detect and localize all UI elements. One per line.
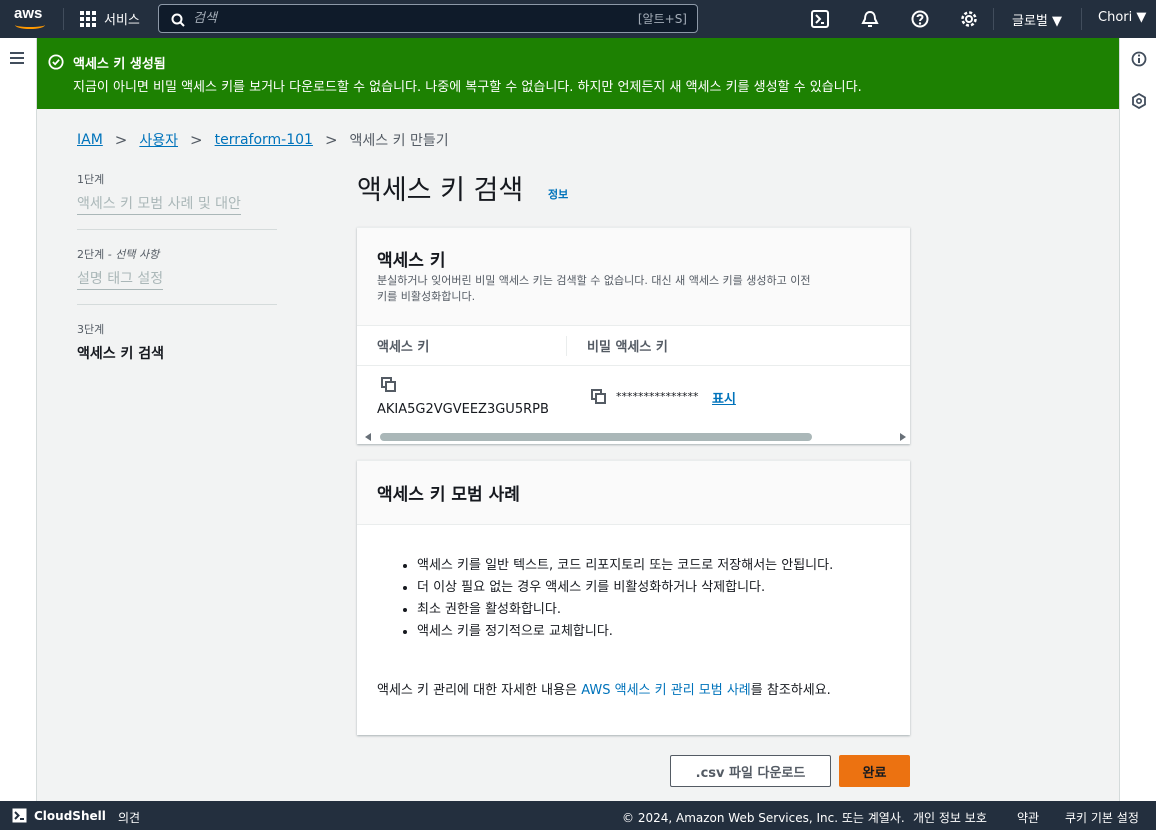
aws-smile-icon bbox=[15, 21, 45, 29]
menu-hamburger-icon[interactable] bbox=[10, 52, 24, 64]
terms-link[interactable]: 약관 bbox=[1017, 809, 1039, 826]
step-link-best-practices: 액세스 키 모범 사례 및 대안 bbox=[77, 193, 241, 215]
scroll-right-icon[interactable] bbox=[900, 433, 906, 441]
hexagon-feedback-icon[interactable] bbox=[1128, 90, 1150, 112]
wizard-step-1: 1단계 액세스 키 모범 사례 및 대안 bbox=[77, 171, 277, 215]
chevron-right-icon: > bbox=[114, 131, 128, 149]
done-button[interactable]: 완료 bbox=[839, 755, 910, 787]
aws-logo-text: aws bbox=[14, 5, 43, 22]
wizard-step-3: 3단계 액세스 키 검색 bbox=[77, 321, 277, 364]
side-navigation-rail bbox=[0, 38, 37, 801]
breadcrumb-current: 액세스 키 만들기 bbox=[349, 133, 449, 149]
chevron-right-icon: > bbox=[190, 131, 203, 149]
step-divider bbox=[77, 229, 277, 230]
copy-secret-key-icon[interactable] bbox=[591, 389, 607, 405]
chevron-right-icon: > bbox=[324, 131, 338, 149]
step-number: 1단계 bbox=[77, 173, 105, 186]
column-divider bbox=[566, 336, 567, 356]
breadcrumb: IAM > 사용자 > terraform-101 > 액세스 키 만들기 bbox=[77, 130, 449, 150]
flash-title: 액세스 키 생성됨 bbox=[73, 57, 166, 72]
show-secret-key-link[interactable]: 표시 bbox=[712, 388, 736, 407]
page-title: 액세스 키 검색 bbox=[357, 175, 524, 206]
breadcrumb-link-user[interactable]: terraform-101 bbox=[215, 132, 313, 148]
tools-rail bbox=[1119, 38, 1156, 801]
step-current-retrieve-keys: 액세스 키 검색 bbox=[77, 346, 165, 362]
list-item: 최소 권한을 활성화합니다. bbox=[417, 599, 887, 621]
step-divider bbox=[77, 304, 277, 305]
column-header-access-key: 액세스 키 bbox=[377, 340, 430, 355]
step-number: 2단계 - 선택 사항 bbox=[77, 248, 160, 261]
settings-gear-icon[interactable] bbox=[958, 8, 980, 30]
copyright-text: © 2024, Amazon Web Services, Inc. 또는 계열사… bbox=[622, 811, 905, 825]
breadcrumb-link-users[interactable]: 사용자 bbox=[139, 130, 178, 150]
secret-key-masked: *************** bbox=[616, 390, 699, 403]
aws-logo[interactable]: aws bbox=[14, 6, 48, 32]
region-selector[interactable]: 글로벌 ▼ bbox=[1012, 10, 1062, 29]
reference-text: 액세스 키 관리에 대한 자세한 내용은 AWS 액세스 키 관리 모범 사례를… bbox=[377, 683, 831, 698]
panel-header: 액세스 키 모범 사례 bbox=[357, 461, 910, 525]
panel-title: 액세스 키 bbox=[377, 251, 446, 271]
success-flash-banner: 액세스 키 생성됨 지금이 아니면 비밀 액세스 키를 보거나 다운로드할 수 … bbox=[37, 38, 1119, 109]
cookie-preferences-link[interactable]: 쿠키 기본 설정 bbox=[1065, 809, 1139, 826]
panel-description: 분실하거나 잊어버린 비밀 액세스 키는 검색할 수 없습니다. 대신 새 액세… bbox=[377, 274, 811, 303]
services-label: 서비스 bbox=[104, 13, 140, 28]
search-shortcut-hint: [알트+S] bbox=[637, 12, 687, 26]
info-icon[interactable] bbox=[1128, 48, 1150, 70]
scroll-left-icon[interactable] bbox=[365, 433, 371, 441]
help-icon[interactable] bbox=[909, 8, 931, 30]
nav-divider bbox=[1081, 8, 1082, 30]
best-practices-list: 액세스 키를 일반 텍스트, 코드 리포지토리 또는 코드로 저장해서는 안됩니… bbox=[417, 555, 887, 643]
access-key-value: AKIA5G2VGVEEZ3GU5RPB bbox=[377, 402, 549, 417]
download-csv-button[interactable]: .csv 파일 다운로드 bbox=[670, 755, 831, 787]
step-link-tags: 설명 태그 설정 bbox=[77, 268, 164, 290]
info-link[interactable]: 정보 bbox=[548, 186, 568, 202]
account-menu[interactable]: Chori ▼ bbox=[1098, 10, 1146, 25]
cloudshell-icon[interactable] bbox=[809, 8, 831, 30]
feedback-link[interactable]: 의견 bbox=[118, 809, 140, 826]
nav-divider bbox=[63, 8, 64, 30]
best-practices-panel: 액세스 키 모범 사례 액세스 키를 일반 텍스트, 코드 리포지토리 또는 코… bbox=[357, 460, 910, 735]
search-input[interactable] bbox=[185, 11, 638, 26]
row-divider bbox=[357, 365, 910, 366]
panel-title: 액세스 키 모범 사례 bbox=[377, 485, 520, 505]
top-navigation: aws 서비스 [알트+S] 글로벌 ▼ Chori ▼ bbox=[0, 0, 1156, 38]
best-practices-doc-link[interactable]: AWS 액세스 키 관리 모범 사례 bbox=[581, 683, 751, 698]
wizard-step-2: 2단계 - 선택 사항 설명 태그 설정 bbox=[77, 246, 277, 290]
flash-message: 지금이 아니면 비밀 액세스 키를 보거나 다운로드할 수 없습니다. 나중에 … bbox=[73, 80, 862, 95]
cloudshell-footer-icon[interactable] bbox=[12, 808, 27, 826]
list-item: 액세스 키를 일반 텍스트, 코드 리포지토리 또는 코드로 저장해서는 안됩니… bbox=[417, 555, 887, 577]
step-number: 3단계 bbox=[77, 323, 105, 336]
cloudshell-footer-link[interactable]: CloudShell bbox=[34, 809, 106, 823]
list-item: 액세스 키를 정기적으로 교체합니다. bbox=[417, 621, 887, 643]
column-header-secret-key: 비밀 액세스 키 bbox=[587, 340, 668, 355]
grid-icon bbox=[80, 10, 96, 27]
breadcrumb-link-iam[interactable]: IAM bbox=[77, 132, 103, 148]
panel-header: 액세스 키 분실하거나 잊어버린 비밀 액세스 키는 검색할 수 없습니다. 대… bbox=[357, 228, 910, 326]
nav-divider bbox=[993, 8, 994, 30]
search-icon bbox=[171, 12, 185, 27]
services-menu-button[interactable]: 서비스 bbox=[80, 9, 140, 28]
access-key-panel: 액세스 키 분실하거나 잊어버린 비밀 액세스 키는 검색할 수 없습니다. 대… bbox=[357, 227, 910, 444]
check-circle-icon bbox=[48, 54, 64, 70]
scrollbar-thumb[interactable] bbox=[380, 433, 812, 441]
list-item: 더 이상 필요 없는 경우 액세스 키를 비활성화하거나 삭제합니다. bbox=[417, 577, 887, 599]
global-search-bar[interactable]: [알트+S] bbox=[158, 4, 698, 33]
copy-access-key-icon[interactable] bbox=[381, 377, 397, 393]
horizontal-scrollbar[interactable] bbox=[365, 433, 906, 441]
notifications-bell-icon[interactable] bbox=[859, 8, 881, 30]
console-footer: CloudShell 의견 © 2024, Amazon Web Service… bbox=[0, 801, 1156, 830]
privacy-link[interactable]: 개인 정보 보호 bbox=[913, 809, 987, 826]
